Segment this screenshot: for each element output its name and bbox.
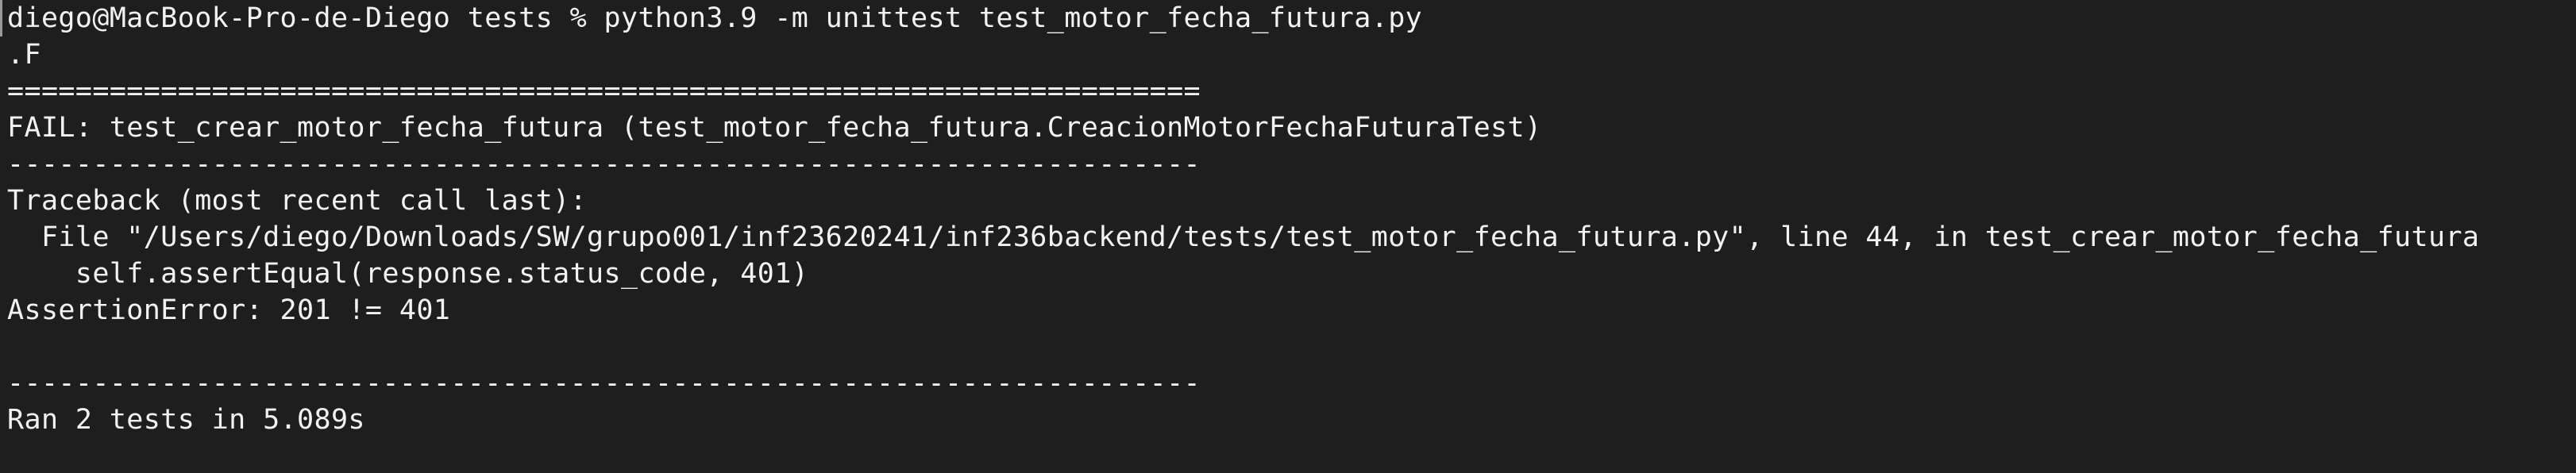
traceback-file-line: File "/Users/diego/Downloads/SW/grupo001… [7, 221, 2480, 253]
separator-dashes-line: ----------------------------------------… [7, 148, 1201, 180]
terminal-left-edge-marker [0, 0, 2, 37]
assertion-error-line: AssertionError: 201 != 401 [7, 294, 451, 326]
traceback-header-line: Traceback (most recent call last): [7, 185, 588, 217]
command-prompt-line: diego@MacBook-Pro-de-Diego tests % pytho… [7, 2, 1423, 34]
test-progress-line: .F [7, 39, 41, 71]
traceback-code-line: self.assertEqual(response.status_code, 4… [7, 258, 809, 290]
separator-dashes-line-2: ----------------------------------------… [7, 367, 1201, 399]
test-summary-line: Ran 2 tests in 5.089s [7, 404, 365, 436]
separator-equals-line: ========================================… [7, 75, 1201, 107]
fail-header-line: FAIL: test_crear_motor_fecha_futura (tes… [7, 112, 1542, 144]
terminal-window[interactable]: diego@MacBook-Pro-de-Diego tests % pytho… [0, 0, 2576, 473]
